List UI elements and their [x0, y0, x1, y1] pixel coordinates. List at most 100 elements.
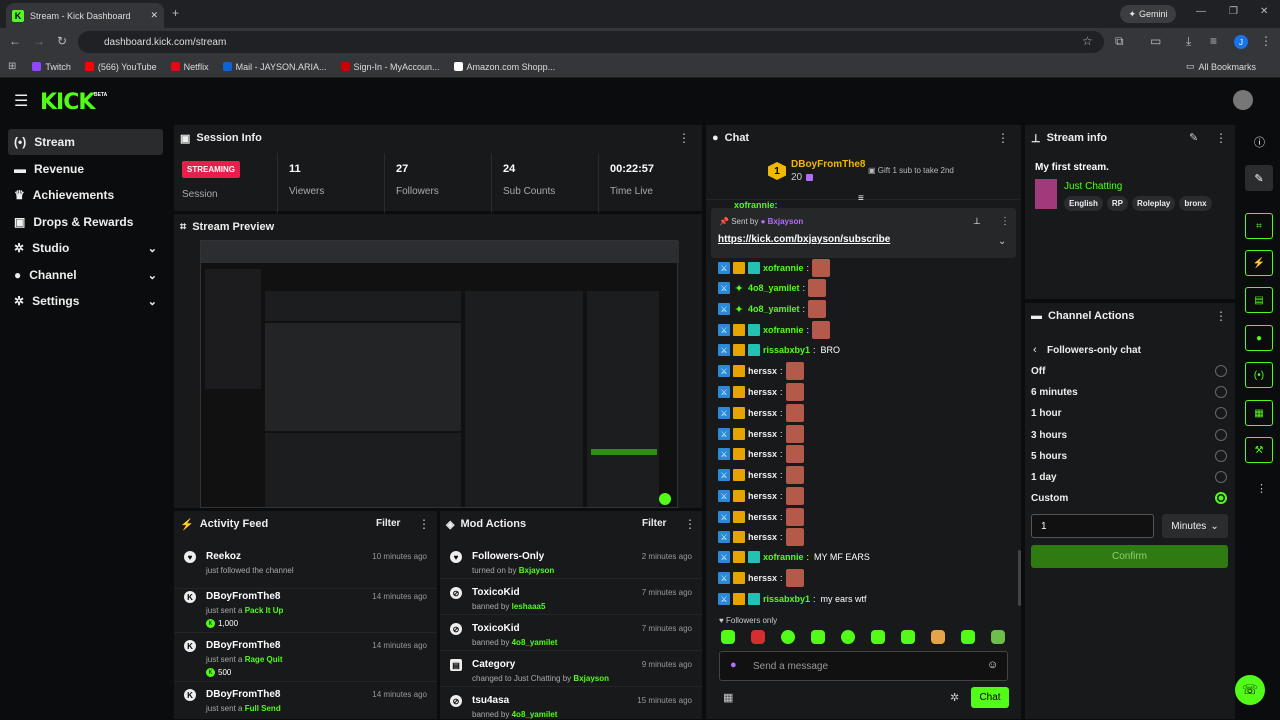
chat-username[interactable]: herssx	[748, 429, 777, 439]
bookmark-twitch[interactable]: Twitch	[32, 62, 71, 72]
chat-username[interactable]: herssx	[748, 408, 777, 418]
new-tab-icon[interactable]: +	[172, 6, 179, 20]
chat-username[interactable]: herssx	[748, 573, 777, 583]
wrench-icon[interactable]: ⚒	[1245, 437, 1273, 463]
kebab-menu-icon[interactable]: ⋮	[1215, 309, 1227, 323]
emoji-icon[interactable]: ☺	[987, 659, 998, 671]
kebab-menu-icon[interactable]: ⋮	[684, 517, 696, 531]
browser-menu-icon[interactable]: ⋮	[1260, 34, 1272, 48]
mod-action-actor[interactable]: 4o8_yamilet	[512, 710, 558, 719]
url-input[interactable]: dashboard.kick.com/stream	[78, 31, 1104, 53]
sidebar-item-stream[interactable]: (•) Stream	[8, 129, 163, 155]
gift-prompt[interactable]: ▣ Gift 1 sub to take 2nd	[868, 166, 954, 175]
bookmark-amazon[interactable]: Amazon.com Shopp...	[453, 62, 555, 72]
chat-username[interactable]: herssx	[748, 512, 777, 522]
sidebar-item-drops[interactable]: ▣ Drops & Rewards	[8, 209, 163, 235]
chat-scrollbar[interactable]	[1018, 550, 1021, 606]
activity-user[interactable]: DBoyFromThe8	[206, 689, 280, 700]
option-label[interactable]: 5 hours	[1031, 451, 1067, 462]
broadcast-icon[interactable]: (•)	[1245, 362, 1273, 388]
preview-toggle-icon[interactable]: ⌗	[1245, 213, 1273, 239]
tag[interactable]: Roleplay	[1132, 196, 1176, 211]
window-close-icon[interactable]: ✕	[1260, 6, 1268, 17]
bookmark-youtube[interactable]: (566) YouTube	[84, 62, 157, 72]
kebab-menu-icon[interactable]: ⋮	[997, 131, 1009, 145]
option-label[interactable]: 1 day	[1031, 472, 1057, 483]
chat-username[interactable]: rissabxby1	[763, 345, 810, 355]
radio-1-day[interactable]	[1215, 471, 1227, 483]
hamburger-menu-icon[interactable]: ☰	[14, 91, 28, 111]
back-chevron-icon[interactable]: ‹	[1033, 344, 1037, 356]
bookmark-netflix[interactable]: Netflix	[170, 62, 209, 72]
chevron-down-icon[interactable]: ⌄	[998, 236, 1006, 247]
mod-action-title[interactable]: ToxicoKid	[472, 587, 520, 598]
sidebar-item-studio[interactable]: ✲ Studio ⌄	[8, 235, 163, 261]
chat-username[interactable]: xofrannie	[763, 325, 804, 335]
chat-username[interactable]: xofrannie	[763, 263, 804, 273]
more-vertical-icon[interactable]: ⋮	[1256, 482, 1267, 495]
sidebar-item-channel[interactable]: ● Channel ⌄	[8, 262, 163, 288]
kebab-menu-icon[interactable]: ⋮	[1000, 216, 1010, 227]
radio-6-minutes[interactable]	[1215, 386, 1227, 398]
emote-button[interactable]	[871, 630, 885, 644]
option-label[interactable]: Off	[1031, 366, 1045, 377]
option-label[interactable]: Custom	[1031, 493, 1068, 504]
filter-button[interactable]: Filter	[642, 518, 666, 529]
layout-icon[interactable]: ▦	[1245, 400, 1273, 426]
radio-custom[interactable]	[1215, 492, 1227, 504]
radio-off[interactable]	[1215, 365, 1227, 377]
mod-action-actor[interactable]: Bxjayson	[519, 566, 555, 575]
collapse-handle-icon[interactable]: ≡	[858, 193, 864, 204]
emote-button[interactable]	[991, 630, 1005, 644]
sidebar-item-revenue[interactable]: ▬ Revenue	[8, 156, 163, 182]
cast-icon[interactable]: ▭	[1150, 34, 1161, 48]
forward-icon[interactable]: →	[33, 34, 45, 48]
unpin-icon[interactable]: ⊥	[973, 216, 981, 227]
chat-username[interactable]: herssx	[748, 532, 777, 542]
bookmark-star-icon[interactable]: ☆	[1082, 34, 1093, 48]
chat-input[interactable]: ● Send a message ☺	[719, 651, 1008, 681]
top-gifter-name[interactable]: DBoyFromThe8	[791, 159, 865, 170]
confirm-button[interactable]: Confirm	[1031, 545, 1228, 568]
bookmark-signin[interactable]: Sign-In - MyAccoun...	[340, 62, 440, 72]
maximize-icon[interactable]: ❐	[1229, 6, 1238, 17]
info-icon[interactable]: ⓘ	[1254, 134, 1265, 150]
activity-user[interactable]: DBoyFromThe8	[206, 640, 280, 651]
radio-5-hours[interactable]	[1215, 450, 1227, 462]
back-icon[interactable]: ←	[9, 34, 21, 48]
edit-pencil-icon[interactable]: ✎	[1189, 131, 1198, 144]
emote-button[interactable]	[841, 630, 855, 644]
option-label[interactable]: 3 hours	[1031, 430, 1067, 441]
emote-button[interactable]	[781, 630, 795, 644]
sidebar-item-achievements[interactable]: ♛ Achievements	[8, 182, 163, 208]
download-icon[interactable]: ⤓	[1186, 34, 1191, 49]
kebab-menu-icon[interactable]: ⋮	[418, 517, 430, 531]
chat-username[interactable]: herssx	[748, 470, 777, 480]
radio-3-hours[interactable]	[1215, 429, 1227, 441]
filter-button[interactable]: Filter	[376, 518, 400, 529]
mod-action-title[interactable]: tsu4asa	[472, 695, 509, 706]
apps-grid-icon[interactable]: ⊞	[8, 61, 16, 72]
activity-user[interactable]: DBoyFromThe8	[206, 591, 280, 602]
kebab-menu-icon[interactable]: ⋮	[1215, 131, 1227, 145]
chat-bubble-icon[interactable]: ●	[1245, 325, 1273, 351]
help-icon[interactable]: ☏	[1235, 675, 1265, 705]
chat-username[interactable]: 4o8_yamilet	[748, 283, 800, 293]
radio-1-hour[interactable]	[1215, 407, 1227, 419]
unit-select[interactable]: Minutes ⌄	[1162, 514, 1228, 538]
tag[interactable]: RP	[1106, 196, 1129, 211]
send-chat-button[interactable]: Chat	[971, 687, 1009, 708]
chat-username[interactable]: herssx	[748, 387, 777, 397]
mod-action-actor[interactable]: Bxjayson	[573, 674, 609, 683]
chat-username[interactable]: 4o8_yamilet	[748, 304, 800, 314]
option-label[interactable]: 6 minutes	[1031, 387, 1078, 398]
document-icon[interactable]: ▤	[1245, 287, 1273, 313]
user-avatar[interactable]	[1233, 90, 1253, 110]
sidebar-item-settings[interactable]: ✲ Settings ⌄	[8, 288, 163, 314]
all-bookmarks[interactable]: ▭ All Bookmarks	[1186, 61, 1256, 72]
chat-username[interactable]: herssx	[748, 366, 777, 376]
activity-user[interactable]: Reekoz	[206, 551, 241, 562]
emote-button[interactable]	[811, 630, 825, 644]
emote-button[interactable]	[931, 630, 945, 644]
edit-pencil-icon[interactable]: ✎	[1245, 165, 1273, 191]
